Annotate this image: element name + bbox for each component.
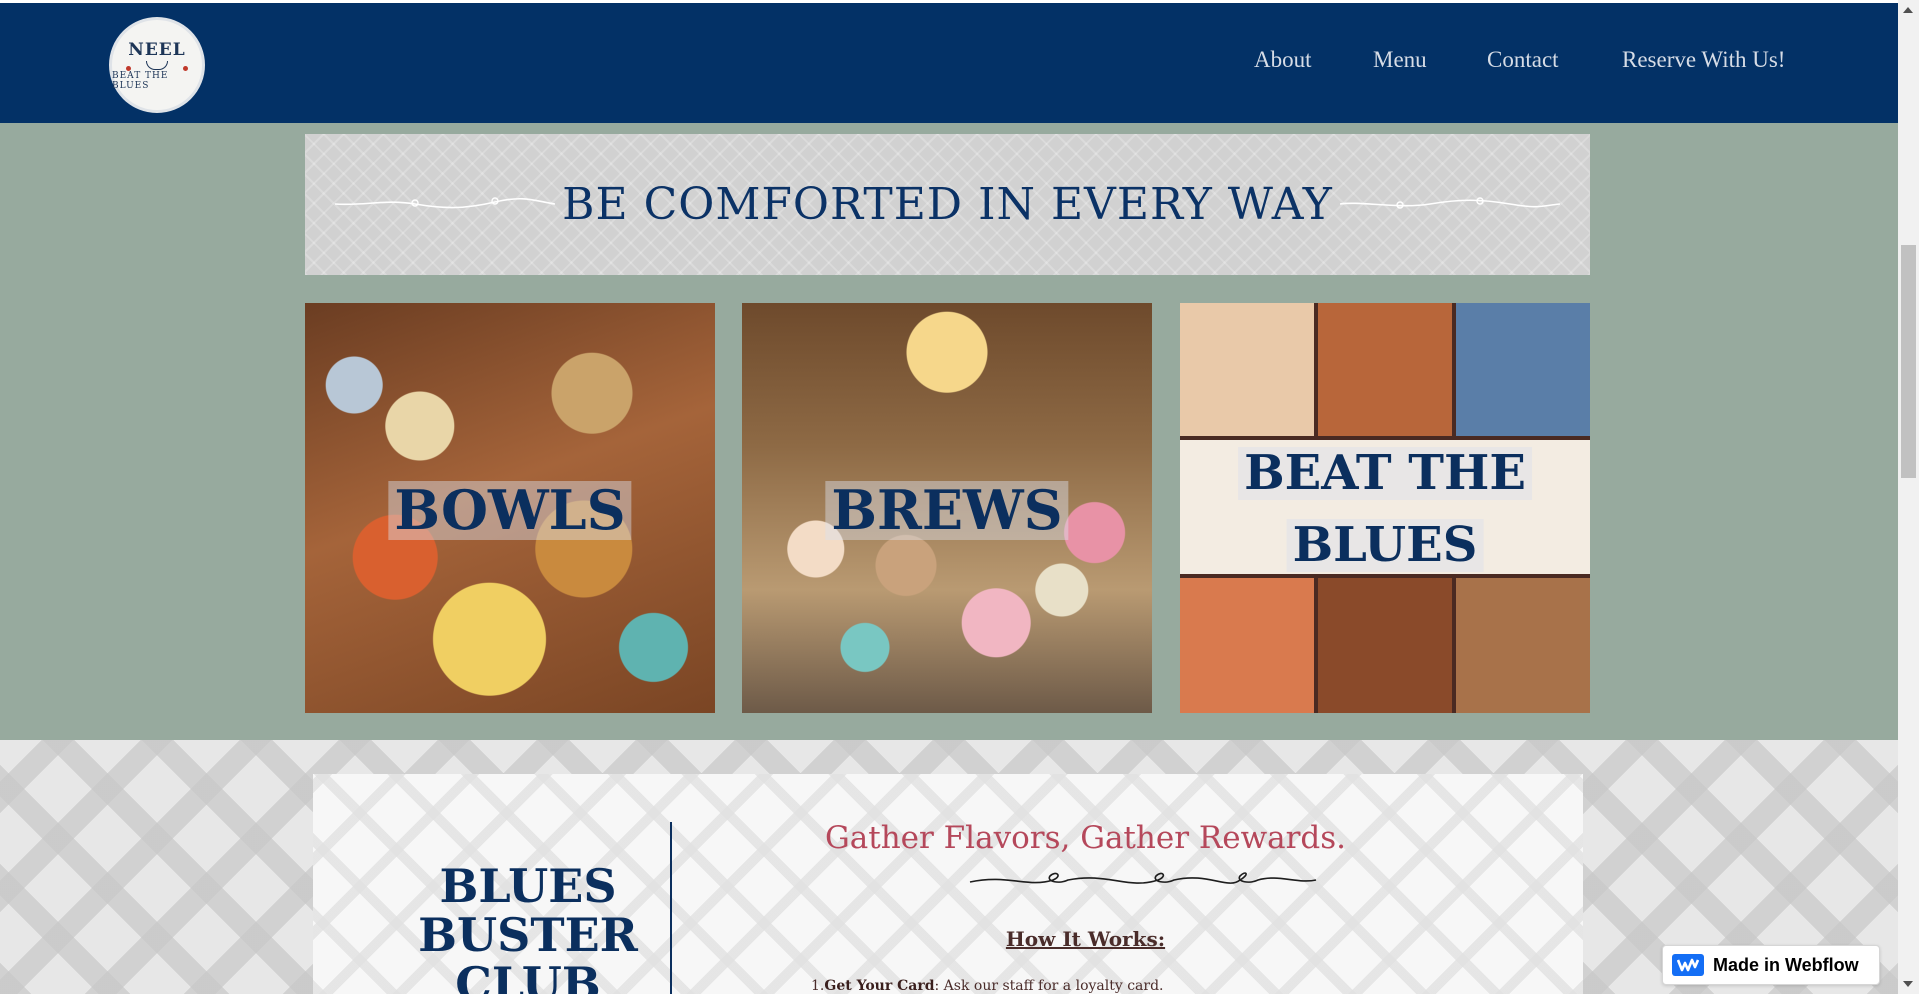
step-number: 1. bbox=[811, 978, 825, 994]
card-brews[interactable]: BREWS bbox=[742, 303, 1152, 713]
nav-menu[interactable]: Menu bbox=[1373, 47, 1427, 73]
nav-reserve[interactable]: Reserve With Us! bbox=[1622, 47, 1785, 73]
activities-collage bbox=[1180, 303, 1590, 713]
scroll-up-arrow-icon[interactable] bbox=[1903, 7, 1913, 13]
flourish-left-icon bbox=[335, 197, 555, 209]
flourish-right-icon bbox=[1340, 197, 1560, 209]
page-scrollbar[interactable] bbox=[1898, 0, 1919, 994]
site-header: NEEL BEAT THE BLUES About Menu Contact R… bbox=[0, 3, 1898, 123]
card-bowls[interactable]: BOWLS bbox=[305, 303, 715, 713]
banner-title: BE COMFORTED IN EVERY WAY bbox=[562, 179, 1333, 230]
hero-banner: BE COMFORTED IN EVERY WAY bbox=[305, 134, 1590, 275]
card-beat-label-line2: BLUES bbox=[1286, 519, 1484, 572]
squiggle-divider-icon bbox=[969, 872, 1317, 884]
scroll-down-arrow-icon[interactable] bbox=[1903, 981, 1913, 987]
card-beat-label-line1: BEAT THE bbox=[1238, 447, 1532, 500]
main-nav: About Menu Contact Reserve With Us! bbox=[0, 47, 1898, 77]
blues-buster-club-panel: BLUES BUSTER CLUB Gather Flavors, Gather… bbox=[313, 774, 1583, 994]
how-it-works-title: How It Works: bbox=[1005, 927, 1166, 951]
nav-contact[interactable]: Contact bbox=[1487, 47, 1559, 73]
card-bowls-label: BOWLS bbox=[388, 480, 632, 541]
club-divider bbox=[670, 822, 672, 994]
badge-label: Made in Webflow bbox=[1713, 954, 1859, 975]
step-text: : Ask our staff for a loyalty card. bbox=[934, 978, 1164, 994]
made-in-webflow-badge[interactable]: Made in Webflow bbox=[1662, 945, 1880, 985]
rewards-heading: Gather Flavors, Gather Rewards. bbox=[824, 820, 1347, 856]
step-item: 1.Get Your Card: Ask our staff for a loy… bbox=[811, 978, 1164, 994]
webflow-logo-icon bbox=[1672, 954, 1704, 976]
step-title: Get Your Card bbox=[824, 978, 935, 994]
card-beat-the-blues[interactable]: BEAT THE BLUES bbox=[1180, 303, 1590, 713]
nav-about[interactable]: About bbox=[1254, 47, 1312, 73]
club-title: BLUES BUSTER CLUB bbox=[418, 859, 638, 994]
card-brews-label: BREWS bbox=[825, 480, 1069, 541]
scrollbar-thumb[interactable] bbox=[1901, 245, 1916, 478]
